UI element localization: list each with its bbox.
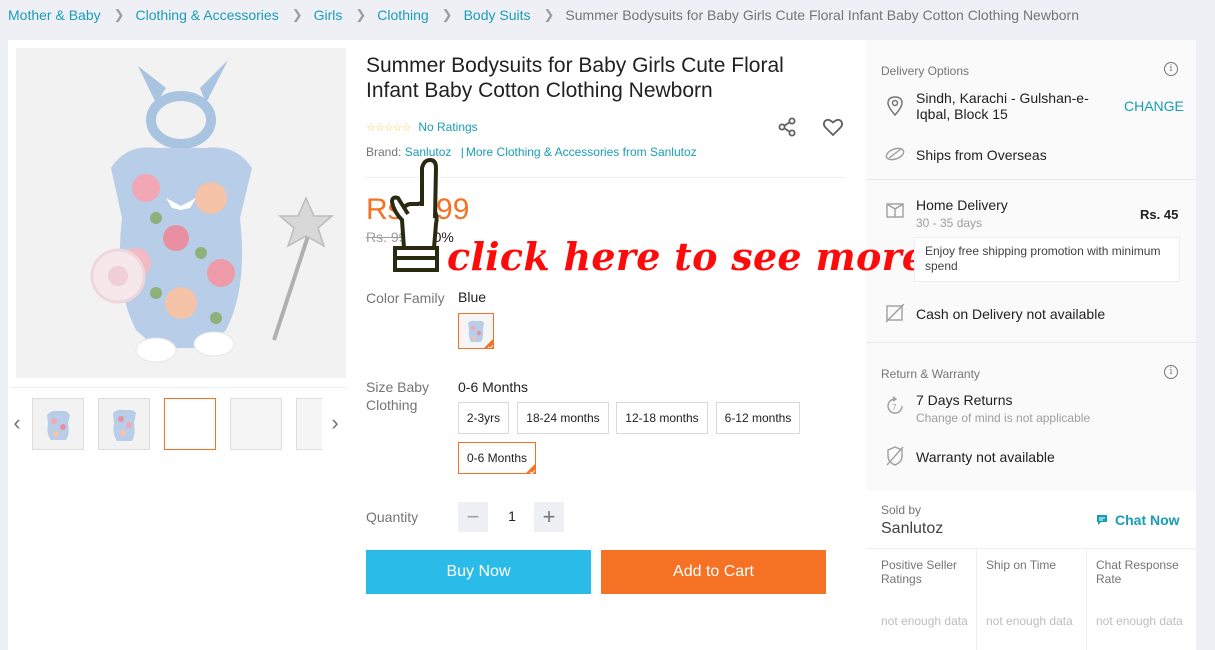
- breadcrumb-link-mother-baby[interactable]: Mother & Baby: [8, 7, 101, 23]
- info-icon[interactable]: i: [1164, 365, 1178, 379]
- metric-value: not enough data: [1096, 614, 1183, 628]
- metric-label: Ship on Time: [986, 558, 1057, 572]
- product-title: Summer Bodysuits for Baby Girls Cute Flo…: [366, 54, 784, 102]
- product-ratings: ☆☆☆☆☆ No Ratings: [366, 120, 478, 134]
- metric-chat-response: Chat Response Rate not enough data: [1096, 549, 1196, 650]
- chat-icon: [1097, 515, 1107, 525]
- divider: [866, 179, 1196, 180]
- breadcrumb-link-clothing-accessories[interactable]: Clothing & Accessories: [136, 7, 279, 23]
- buy-now-button[interactable]: Buy Now: [366, 550, 591, 594]
- share-icon[interactable]: [776, 116, 798, 138]
- svg-text:7: 7: [892, 403, 897, 412]
- metric-label: Chat Response Rate: [1096, 558, 1179, 586]
- chevron-left-icon[interactable]: ‹: [9, 410, 25, 436]
- metric-value: not enough data: [881, 614, 968, 628]
- chevron-right-icon[interactable]: ›: [327, 410, 343, 436]
- star-rating-icon: ☆☆☆☆☆: [366, 121, 411, 134]
- breadcrumb-link-clothing[interactable]: Clothing: [377, 7, 428, 23]
- size-option-12-18-months[interactable]: 12-18 months: [616, 402, 708, 434]
- thumbnail-5[interactable]: [296, 398, 322, 450]
- returns-policy-sub: Change of mind is not applicable: [916, 411, 1091, 425]
- brand-separator: |: [460, 145, 464, 159]
- pointing-hand-icon[interactable]: [388, 158, 444, 274]
- brand-label: Brand:: [366, 145, 402, 159]
- no-cash-icon: [885, 303, 905, 323]
- size-label: Size Baby Clothing: [366, 379, 430, 413]
- info-icon[interactable]: i: [1164, 62, 1178, 76]
- cash-on-delivery-status: Cash on Delivery not available: [916, 306, 1106, 322]
- breadcrumb-link-girls[interactable]: Girls: [314, 7, 343, 23]
- package-icon: [886, 203, 904, 218]
- size-option-0-6-months[interactable]: 0-6 Months: [458, 442, 536, 474]
- chat-now-label: Chat Now: [1115, 512, 1180, 528]
- shipping-promo-box: Enjoy free shipping promotion with minim…: [914, 237, 1180, 282]
- selected-check-icon: [483, 338, 493, 348]
- return-warranty-header: Return & Warranty: [881, 367, 980, 381]
- breadcrumb: Mother & Baby ❯ Clothing & Accessories ❯…: [0, 0, 1215, 30]
- location-pin-icon: [887, 96, 903, 117]
- size-option-18-24-months[interactable]: 18-24 months: [517, 402, 609, 434]
- thumbnail-divider: [10, 387, 346, 388]
- returns-policy: 7 Days Returns: [916, 392, 1013, 408]
- plane-icon: [885, 147, 905, 161]
- delivery-options-header: Delivery Options: [881, 64, 970, 78]
- product-main-image[interactable]: [16, 48, 346, 378]
- sold-by-label: Sold by: [881, 503, 922, 517]
- metric-value: not enough data: [986, 614, 1073, 628]
- chevron-right-icon: ❯: [543, 7, 555, 22]
- home-delivery-fee: Rs. 45: [1140, 207, 1179, 222]
- chat-now-button[interactable]: Chat Now: [1096, 512, 1180, 528]
- divider: [866, 342, 1196, 343]
- return-icon: 7: [887, 396, 903, 414]
- quantity-label: Quantity: [366, 509, 419, 525]
- brand-link[interactable]: Sanlutoz: [405, 145, 452, 159]
- brand-line: Brand: Sanlutoz | More Clothing & Accesso…: [366, 145, 697, 159]
- heart-icon[interactable]: [822, 116, 844, 138]
- add-to-cart-button[interactable]: Add to Cart: [601, 550, 826, 594]
- metric-ship-on-time: Ship on Time not enough data: [986, 549, 1087, 650]
- size-option-6-12-months[interactable]: 6-12 months: [716, 402, 800, 434]
- no-warranty-icon: [886, 446, 904, 466]
- thumbnail-2[interactable]: [98, 398, 150, 450]
- home-delivery-label: Home Delivery: [916, 197, 1008, 213]
- color-family-label: Color Family: [366, 290, 445, 306]
- ratings-link[interactable]: No Ratings: [418, 120, 477, 134]
- chevron-right-icon: ❯: [113, 7, 125, 22]
- quantity-value[interactable]: 1: [498, 508, 526, 524]
- ships-from-overseas: Ships from Overseas: [916, 147, 1047, 163]
- more-from-brand-link[interactable]: More Clothing & Accessories from Sanluto…: [466, 145, 697, 159]
- chevron-right-icon: ❯: [291, 7, 303, 22]
- metric-positive-ratings: Positive Seller Ratings not enough data: [881, 549, 977, 650]
- color-swatch-blue[interactable]: [458, 313, 494, 349]
- delivery-location: Sindh, Karachi - Gulshan-e-Iqbal, Block …: [916, 90, 1089, 122]
- size-option-label: 0-6 Months: [466, 451, 528, 465]
- page-gutter: [1196, 40, 1215, 650]
- breadcrumb-current: Summer Bodysuits for Baby Girls Cute Flo…: [565, 7, 1079, 23]
- size-value: 0-6 Months: [458, 379, 529, 395]
- seller-name[interactable]: Sanlutoz: [881, 520, 943, 538]
- selected-check-icon: [525, 463, 536, 474]
- metric-label: Positive Seller Ratings: [881, 558, 958, 586]
- thumbnail-3-selected[interactable]: [164, 398, 216, 450]
- color-family-value: Blue: [458, 289, 487, 305]
- quantity-increase-button[interactable]: +: [534, 502, 564, 532]
- chevron-right-icon: ❯: [441, 7, 453, 22]
- size-option-2-3yrs[interactable]: 2-3yrs: [458, 402, 509, 434]
- home-delivery-time: 30 - 35 days: [916, 216, 983, 230]
- quantity-decrease-button[interactable]: −: [458, 502, 488, 532]
- chevron-right-icon: ❯: [355, 7, 367, 22]
- thumbnail-1[interactable]: [32, 398, 84, 450]
- change-location-link[interactable]: CHANGE: [1124, 98, 1184, 114]
- warranty-status: Warranty not available: [916, 449, 1055, 465]
- breadcrumb-link-body-suits[interactable]: Body Suits: [464, 7, 531, 23]
- thumbnail-4[interactable]: [230, 398, 282, 450]
